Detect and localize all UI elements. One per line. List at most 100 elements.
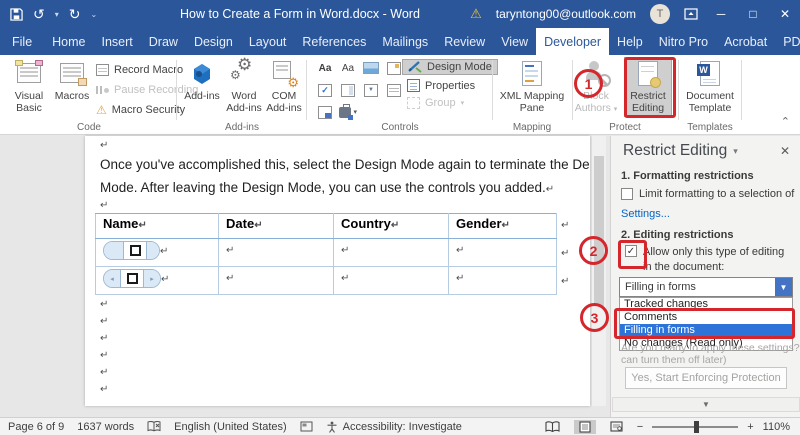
tab-insert[interactable]: Insert (94, 28, 141, 55)
account-warning-icon[interactable]: ⚠ (470, 6, 482, 22)
undo-dropdown-icon[interactable]: ▾ (55, 10, 59, 19)
zoom-slider[interactable] (652, 426, 738, 428)
read-mode-button[interactable] (540, 420, 565, 433)
dropdown-arrow-button[interactable]: ▼ (775, 278, 792, 296)
tab-design[interactable]: Design (186, 28, 241, 55)
pane-scroll-down-button[interactable]: ▼ (612, 397, 800, 412)
tab-draw[interactable]: Draw (141, 28, 186, 55)
qat-customize-icon[interactable]: ⌄ (90, 10, 97, 19)
pane-close-icon[interactable]: ✕ (780, 144, 790, 158)
word-addins-button[interactable]: ⚙⚙ Word Add-ins (222, 58, 266, 114)
group-templates: W Document Template Templates (681, 55, 739, 135)
editing-type-dropdown[interactable]: Filling in forms ▼ (619, 277, 793, 297)
ribbon-display-options-icon[interactable] (684, 8, 698, 20)
plain-text-control-button[interactable]: Aa (339, 60, 357, 76)
tab-developer[interactable]: Developer (536, 28, 609, 55)
picture-control-button[interactable] (362, 60, 380, 76)
form-table[interactable]: Name↵ Date↵ Country↵ Gender↵ ↵ ↵ ↵ ↵ ◂▸↵ (95, 213, 557, 295)
recording-icon[interactable] (300, 421, 313, 432)
limit-formatting-checkbox[interactable] (621, 188, 633, 200)
paragraph-mark: ↵ (100, 140, 108, 151)
tab-home[interactable]: Home (44, 28, 93, 55)
xml-mapping-pane-label: XML Mapping Pane (498, 90, 566, 114)
minimize-button[interactable]: ─ (712, 7, 730, 21)
empty-cell[interactable]: ↵ (449, 267, 557, 295)
checkbox-control-button[interactable]: ✓ (316, 82, 334, 98)
tab-review[interactable]: Review (436, 28, 493, 55)
document-scrollbar[interactable] (592, 136, 606, 406)
zoom-slider-thumb[interactable] (694, 421, 699, 433)
tab-pdfelement[interactable]: PDFelement (775, 28, 800, 55)
maximize-button[interactable]: □ (744, 7, 762, 21)
repeating-section-control-button[interactable] (316, 104, 334, 120)
empty-cell[interactable]: ↵ (334, 267, 449, 295)
combo-box-control-button[interactable] (339, 82, 357, 98)
tab-view[interactable]: View (493, 28, 536, 55)
account-email[interactable]: taryntong00@outlook.com (496, 7, 636, 21)
properties-button[interactable]: Properties (402, 78, 498, 93)
settings-link[interactable]: Settings... (621, 208, 670, 220)
design-mode-button[interactable]: Design Mode (402, 59, 498, 75)
tab-references[interactable]: References (294, 28, 374, 55)
cell-checkbox-control[interactable]: ↵ (96, 239, 219, 267)
tab-nitro-pro[interactable]: Nitro Pro (651, 28, 716, 55)
tab-mailings[interactable]: Mailings (374, 28, 436, 55)
header-cell-country[interactable]: Country↵ (334, 214, 449, 239)
tab-help[interactable]: Help (609, 28, 651, 55)
collapse-ribbon-icon[interactable]: ⌃ (781, 115, 790, 128)
empty-cell[interactable]: ↵ (334, 239, 449, 267)
empty-cell[interactable]: ↵ (219, 267, 334, 295)
empty-cell[interactable]: ↵ (219, 239, 334, 267)
scrollbar-thumb[interactable] (594, 156, 604, 306)
visual-basic-label: Visual Basic (8, 90, 50, 114)
document-template-button[interactable]: W Document Template (682, 58, 738, 114)
print-layout-button[interactable] (574, 420, 596, 434)
xml-mapping-pane-button[interactable]: XML Mapping Pane (498, 58, 566, 114)
web-layout-button[interactable] (605, 420, 628, 433)
scroll-down-icon: ▼ (702, 400, 710, 409)
com-addins-label: COM Add-ins (266, 90, 302, 114)
undo-icon[interactable]: ↺ (33, 6, 45, 23)
empty-cell[interactable]: ↵ (449, 239, 557, 267)
legacy-tools-button[interactable]: ▾ (339, 104, 357, 120)
zoom-level[interactable]: 110% (763, 421, 790, 433)
proofing-icon[interactable] (147, 421, 161, 432)
group-icon (407, 97, 420, 109)
word-window: ↺ ▾ ↻ ⌄ How to Create a Form in Word.doc… (0, 0, 800, 435)
tab-file[interactable]: File (0, 28, 44, 55)
close-button[interactable]: ✕ (776, 7, 794, 21)
rich-text-control-button[interactable]: Aa (316, 60, 334, 76)
annotation-step-1: 1 (574, 69, 603, 98)
dropdown-list-control-button[interactable]: ▼ (362, 82, 380, 98)
tab-acrobat[interactable]: Acrobat (716, 28, 775, 55)
language-indicator[interactable]: English (United States) (174, 421, 287, 433)
avatar[interactable]: T (650, 4, 670, 24)
date-picker-control-button[interactable] (385, 82, 403, 98)
header-cell-name[interactable]: Name↵ (96, 214, 219, 239)
page-indicator[interactable]: Page 6 of 9 (8, 421, 64, 433)
tab-layout[interactable]: Layout (241, 28, 295, 55)
paragraph-mark: ↵ (100, 200, 108, 211)
com-addins-button[interactable]: ⚙ COM Add-ins (266, 58, 302, 114)
redo-icon[interactable]: ↻ (69, 6, 81, 23)
document-page[interactable]: ↵ Once you've accomplished this, select … (85, 136, 590, 406)
cell-checkbox-control-selected[interactable]: ◂▸↵ (96, 267, 219, 295)
end-of-row-mark: ↵ (561, 276, 569, 287)
design-mode-label: Design Mode (427, 61, 492, 73)
visual-basic-button[interactable]: Visual Basic (8, 58, 50, 114)
macros-label: Macros (55, 90, 89, 102)
header-cell-gender[interactable]: Gender↵ (449, 214, 557, 239)
zoom-in-button[interactable]: + (747, 421, 753, 433)
window-title: How to Create a Form in Word.docx - Word (180, 0, 420, 28)
accessibility-status[interactable]: Accessibility: Investigate (326, 421, 462, 433)
building-block-control-button[interactable] (385, 60, 403, 76)
group-label-text: Group (425, 97, 456, 109)
addins-cube-icon (190, 58, 214, 88)
header-cell-date[interactable]: Date↵ (219, 214, 334, 239)
pane-options-icon[interactable]: ▾ (733, 146, 738, 157)
macros-button[interactable]: Macros (52, 58, 92, 102)
save-icon[interactable] (10, 8, 23, 21)
word-count[interactable]: 1637 words (77, 421, 134, 433)
addins-button[interactable]: Add-ins (184, 58, 220, 102)
zoom-out-button[interactable]: − (637, 421, 643, 433)
